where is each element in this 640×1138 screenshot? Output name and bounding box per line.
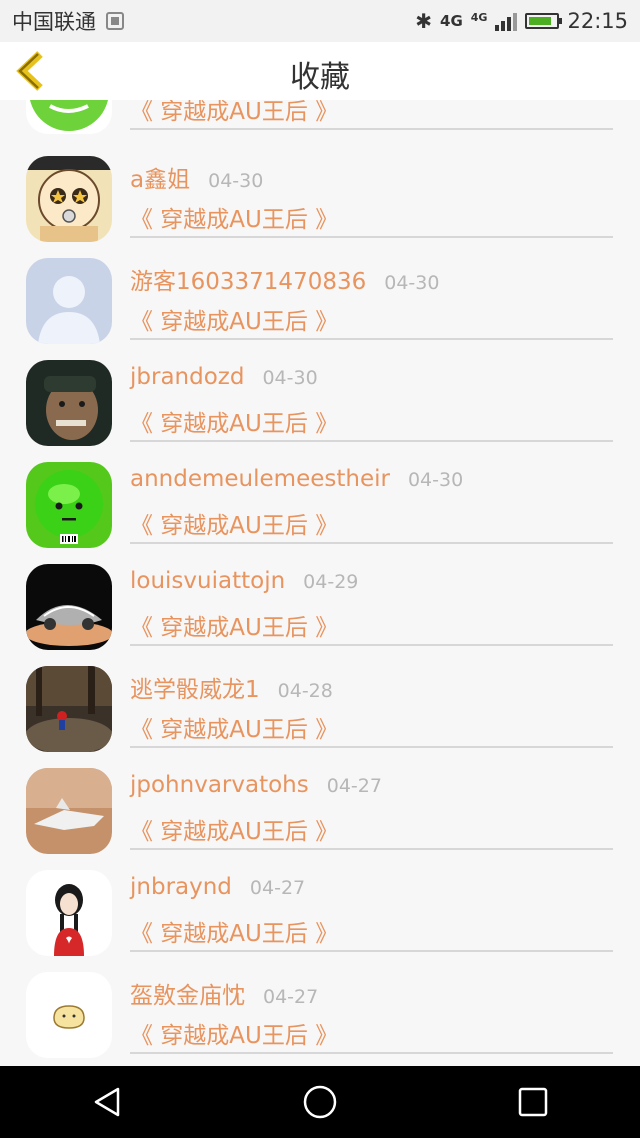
status-right: ✱ 4G 4G 22:15 (415, 9, 628, 33)
list-item[interactable]: louisvuiattojn 04-29 《 穿越成AU王后 》 (0, 562, 640, 664)
name-line: jbrandozd 04-30 (130, 364, 318, 398)
triangle-back-icon (94, 1087, 119, 1117)
divider (130, 542, 613, 544)
favorites-list: 《 穿越成AU王后 》 a鑫姐 04-30 《 穿越成AU王后 》 游客1603… (0, 100, 640, 1066)
book-title: 《 穿越成AU王后 》 (130, 1023, 339, 1049)
sim-icon (106, 12, 124, 30)
divider (130, 644, 613, 646)
book-title: 《 穿越成AU王后 》 (130, 921, 339, 947)
battery-icon (525, 13, 563, 29)
divider (130, 848, 613, 850)
book-title: 《 穿越成AU王后 》 (130, 100, 339, 125)
avatar (26, 564, 112, 650)
header: 收藏 (0, 42, 640, 100)
avatar (26, 768, 112, 854)
date-label: 04-27 (249, 877, 306, 899)
navigation-bar (0, 1066, 640, 1138)
status-bar: 中国联通 ✱ 4G 4G 22:15 (0, 0, 640, 42)
name-line: 逃学骰威龙1 04-28 (130, 670, 333, 704)
avatar (26, 258, 112, 344)
list-item[interactable]: jpohnvarvatohs 04-27 《 穿越成AU王后 》 (0, 766, 640, 868)
user-name: jnbraynd (130, 874, 232, 900)
carrier-label: 中国联通 (12, 10, 96, 34)
avatar (26, 870, 112, 956)
bluetooth-icon: ✱ (415, 9, 433, 33)
list-item[interactable]: jbrandozd 04-30 《 穿越成AU王后 》 (0, 358, 640, 460)
list-item[interactable]: jnbraynd 04-27 《 穿越成AU王后 》 (0, 868, 640, 970)
list-item[interactable]: a鑫姐 04-30 《 穿越成AU王后 》 (0, 154, 640, 256)
avatar (26, 462, 112, 548)
chevron-left-icon (16, 51, 43, 91)
signal-icon (495, 11, 518, 31)
divider (130, 1052, 613, 1054)
name-line: 游客1603371470836 04-30 (130, 262, 439, 296)
user-name: a鑫姐 (130, 167, 191, 193)
date-label: 04-30 (262, 367, 318, 389)
user-name: 游客1603371470836 (130, 269, 367, 295)
user-name: anndemeulemeestheir (130, 466, 390, 492)
nav-home-button[interactable] (290, 1072, 350, 1132)
page-title: 收藏 (290, 60, 350, 95)
network-type-label-2: 4G (470, 11, 488, 24)
list-item[interactable]: 逃学骰威龙1 04-28 《 穿越成AU王后 》 (0, 664, 640, 766)
name-line: jnbraynd 04-27 (130, 874, 305, 908)
book-title: 《 穿越成AU王后 》 (130, 309, 339, 335)
book-title: 《 穿越成AU王后 》 (130, 717, 339, 743)
name-line: 盔敫金庙忱 04-27 (130, 976, 318, 1010)
divider (130, 440, 613, 442)
clock: 22:15 (567, 9, 628, 33)
divider (130, 236, 613, 238)
name-line: jpohnvarvatohs 04-27 (130, 772, 382, 806)
nav-back-button[interactable] (77, 1072, 137, 1132)
avatar (26, 666, 112, 752)
name-line: louisvuiattojn 04-29 (130, 568, 358, 602)
date-label: 04-27 (263, 986, 319, 1008)
date-label: 04-27 (326, 775, 382, 797)
list-item[interactable]: 《 穿越成AU王后 》 (0, 100, 640, 148)
circle-home-icon (303, 1085, 337, 1119)
book-title: 《 穿越成AU王后 》 (130, 615, 339, 641)
nav-recents-button[interactable] (503, 1072, 563, 1132)
list-item[interactable]: 游客1603371470836 04-30 《 穿越成AU王后 》 (0, 256, 640, 358)
user-name: jpohnvarvatohs (130, 772, 309, 798)
divider (130, 746, 613, 748)
date-label: 04-29 (303, 571, 359, 593)
avatar (26, 100, 112, 134)
user-name: 盔敫金庙忱 (130, 983, 245, 1009)
book-title: 《 穿越成AU王后 》 (130, 207, 339, 233)
user-name: 逃学骰威龙1 (130, 677, 260, 703)
avatar (26, 360, 112, 446)
date-label: 04-30 (407, 469, 464, 491)
avatar (26, 156, 112, 242)
book-title: 《 穿越成AU王后 》 (130, 513, 339, 539)
date-label: 04-30 (208, 170, 264, 192)
user-name: jbrandozd (130, 364, 245, 390)
battery-fill (529, 17, 552, 25)
back-button[interactable] (10, 48, 56, 94)
network-type-label: 4G (440, 12, 463, 30)
date-label: 04-30 (384, 272, 440, 294)
divider (130, 950, 613, 952)
date-label: 04-28 (277, 680, 333, 702)
divider (130, 128, 613, 130)
book-title: 《 穿越成AU王后 》 (130, 819, 339, 845)
list-item[interactable]: anndemeulemeestheir 04-30 《 穿越成AU王后 》 (0, 460, 640, 562)
square-recents-icon (519, 1087, 548, 1117)
list-item[interactable]: 盔敫金庙忱 04-27 《 穿越成AU王后 》 (0, 970, 640, 1066)
name-line: anndemeulemeestheir 04-30 (130, 466, 463, 500)
name-line: a鑫姐 04-30 (130, 160, 263, 194)
screen: 中国联通 ✱ 4G 4G 22:15 收藏 《 穿越成AU王后 》 a鑫姐 04… (0, 0, 640, 1138)
avatar (26, 972, 112, 1058)
book-title: 《 穿越成AU王后 》 (130, 411, 339, 437)
divider (130, 338, 613, 340)
user-name: louisvuiattojn (130, 568, 286, 594)
status-left: 中国联通 (12, 6, 124, 36)
